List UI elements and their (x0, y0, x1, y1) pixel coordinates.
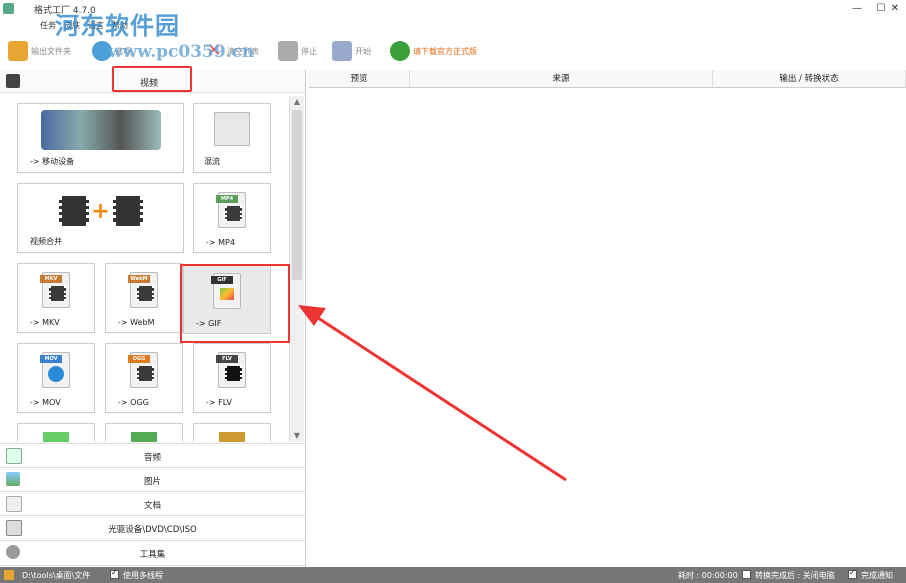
status-bar: D:\tools\桌面\文件 使用多线程 耗时 : 00:00:00 转换完成后… (0, 567, 906, 583)
annotation-arrow (298, 305, 567, 482)
notify-label: 完成通知 (861, 571, 893, 580)
notify-checkbox[interactable] (848, 568, 857, 579)
arrow-head (298, 305, 326, 326)
elapsed-time: 耗时 : 00:00:00 (678, 571, 738, 580)
arrow-line (311, 312, 567, 482)
folder-icon[interactable] (4, 570, 14, 580)
after-done-checkbox[interactable] (742, 570, 751, 579)
multithread-label: 使用多线程 (123, 571, 163, 580)
output-path[interactable]: D:\tools\桌面\文件 (22, 570, 90, 581)
multithread-checkbox[interactable] (110, 568, 119, 579)
after-done-label: 转换完成后 : 关闭电脑 (755, 571, 835, 580)
